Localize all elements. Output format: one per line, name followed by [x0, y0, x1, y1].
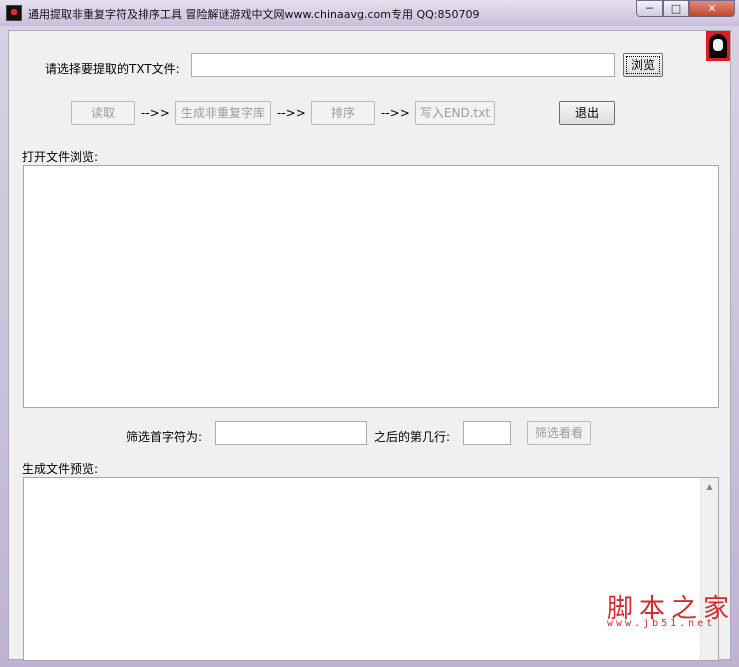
open-file-preview-textarea[interactable]: [23, 165, 719, 408]
filter-first-char-input[interactable]: [215, 421, 367, 445]
generated-preview-label: 生成文件预览:: [22, 462, 99, 476]
window-title: 通用提取非重复字符及排序工具 冒险解谜游戏中文网www.chinaavg.com…: [28, 8, 480, 21]
sort-button[interactable]: 排序: [311, 101, 375, 125]
avatar-icon: [706, 31, 730, 61]
arrow-3: -->>: [381, 106, 410, 120]
arrow-2: -->>: [277, 106, 306, 120]
generated-file-preview-textarea[interactable]: ▲: [23, 477, 719, 661]
exit-button[interactable]: 退出: [559, 101, 615, 125]
filter-line-number-input[interactable]: [463, 421, 511, 445]
maximize-button[interactable]: □: [663, 0, 689, 17]
client-area: 请选择要提取的TXT文件: 浏览 读取 -->> 生成非重复字库 -->> 排序…: [8, 30, 731, 661]
app-icon[interactable]: [6, 5, 22, 21]
browse-button[interactable]: 浏览: [623, 53, 663, 77]
open-preview-label: 打开文件浏览:: [22, 150, 99, 164]
watermark-url: www.jb51.net: [607, 618, 716, 629]
scroll-up-arrow-icon[interactable]: ▲: [701, 478, 718, 495]
minimize-button[interactable]: ─: [636, 0, 663, 17]
title-bar[interactable]: 通用提取非重复字符及排序工具 冒险解谜游戏中文网www.chinaavg.com…: [0, 0, 739, 26]
file-select-label: 请选择要提取的TXT文件:: [45, 62, 180, 76]
filter-preview-button[interactable]: 筛选看看: [527, 421, 591, 445]
write-end-txt-button[interactable]: 写入END.txt: [415, 101, 495, 125]
vertical-scrollbar[interactable]: ▲: [700, 478, 718, 660]
filter-first-char-label: 筛选首字符为:: [126, 430, 203, 444]
read-button[interactable]: 读取: [71, 101, 135, 125]
app-window: 通用提取非重复字符及排序工具 冒险解谜游戏中文网www.chinaavg.com…: [0, 0, 739, 667]
file-path-input[interactable]: [191, 53, 615, 77]
generate-charset-button[interactable]: 生成非重复字库: [175, 101, 271, 125]
site-watermark: 脚本之家 www.jb51.net: [607, 588, 729, 630]
close-button[interactable]: ✕: [689, 0, 735, 17]
filter-after-line-label: 之后的第几行:: [374, 430, 451, 444]
arrow-1: -->>: [141, 106, 170, 120]
